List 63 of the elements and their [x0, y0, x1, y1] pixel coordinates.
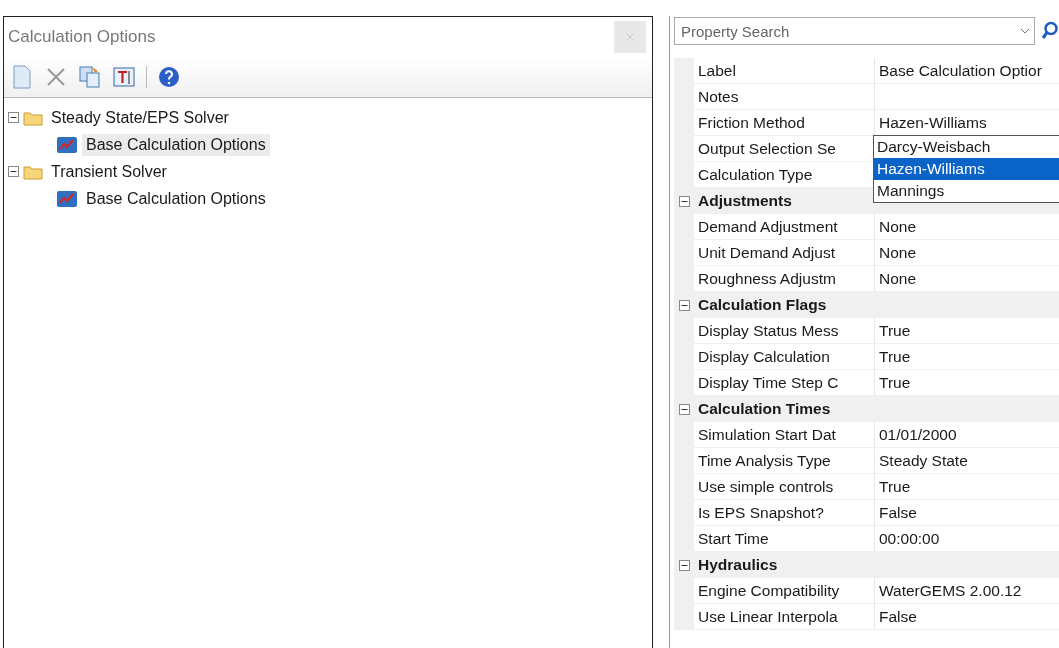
property-value[interactable]: False	[879, 607, 917, 626]
collapse-icon[interactable]	[678, 195, 690, 207]
copy-icon[interactable]	[78, 65, 102, 89]
property-name: Is EPS Snapshot?	[698, 503, 824, 522]
search-combo-box[interactable]: Property Search	[674, 17, 1035, 45]
dropdown-option[interactable]: Darcy-Weisbach	[874, 136, 1059, 158]
panel-title: Calculation Options	[8, 27, 156, 47]
property-value[interactable]: True	[879, 347, 911, 366]
category-label: Calculation Times	[697, 400, 831, 418]
folder-icon	[23, 163, 43, 180]
help-icon[interactable]	[157, 65, 181, 89]
category-label: Calculation Flags	[697, 296, 827, 314]
property-value[interactable]: None	[879, 269, 917, 288]
property-value[interactable]: None	[879, 217, 917, 236]
property-name: Display Status Mess	[698, 321, 839, 340]
property-name: Unit Demand Adjust	[698, 243, 835, 262]
property-name: Calculation Type	[698, 165, 813, 184]
property-value[interactable]: Hazen-Williams	[879, 113, 987, 132]
property-name: Start Time	[698, 529, 769, 548]
property-value[interactable]: Steady State	[879, 451, 968, 470]
rename-icon[interactable]	[112, 65, 136, 89]
property-name: Time Analysis Type	[698, 451, 831, 470]
tree-item[interactable]: Steady State/EPS Solver	[47, 106, 233, 129]
chart-icon	[56, 135, 78, 154]
property-value[interactable]: 00:00:00	[879, 529, 940, 548]
property-value[interactable]: False	[879, 503, 917, 522]
collapse-icon[interactable]	[8, 112, 19, 123]
property-value[interactable]: None	[879, 243, 917, 262]
property-name: Label	[698, 61, 736, 80]
tree-item[interactable]: Transient Solver	[47, 160, 171, 183]
property-search-field[interactable]: Property Search	[679, 21, 1020, 41]
property-name: Friction Method	[698, 113, 805, 132]
collapse-icon[interactable]	[678, 403, 690, 415]
property-name: Use Linear Interpola	[698, 607, 838, 626]
dropdown-caret-icon	[1020, 28, 1030, 34]
property-value[interactable]: WaterGEMS 2.00.12	[879, 581, 1022, 600]
folder-icon	[23, 109, 43, 126]
property-name: Display Calculation	[698, 347, 830, 366]
chart-icon	[56, 189, 78, 208]
property-value[interactable]: Base Calculation Optior	[879, 61, 1042, 80]
property-name: Roughness Adjustm	[698, 269, 836, 288]
collapse-icon[interactable]	[678, 559, 690, 571]
tree-item[interactable]: Base Calculation Options	[82, 187, 270, 210]
dropdown-option[interactable]: Hazen-Williams	[874, 158, 1059, 180]
category-label: Adjustments	[697, 192, 792, 210]
search-icon[interactable]	[1041, 21, 1059, 41]
property-name: Use simple controls	[698, 477, 834, 496]
property-name: Output Selection Se	[698, 139, 836, 158]
property-value[interactable]: True	[879, 373, 911, 392]
tree-item[interactable]: Base Calculation Options	[82, 133, 270, 156]
collapse-icon[interactable]	[8, 166, 19, 177]
category-label: Hydraulics	[697, 556, 778, 574]
property-value[interactable]: True	[879, 477, 911, 496]
close-icon	[625, 32, 635, 42]
dropdown-option[interactable]: Mannings	[874, 180, 1059, 202]
property-value[interactable]: True	[879, 321, 911, 340]
collapse-icon[interactable]	[678, 299, 690, 311]
property-name: Simulation Start Dat	[698, 425, 836, 444]
property-name: Display Time Step C	[698, 373, 839, 392]
property-name: Engine Compatibility	[698, 581, 840, 600]
property-name: Demand Adjustment	[698, 217, 838, 236]
property-name: Notes	[698, 87, 739, 106]
property-value[interactable]: 01/01/2000	[879, 425, 957, 444]
